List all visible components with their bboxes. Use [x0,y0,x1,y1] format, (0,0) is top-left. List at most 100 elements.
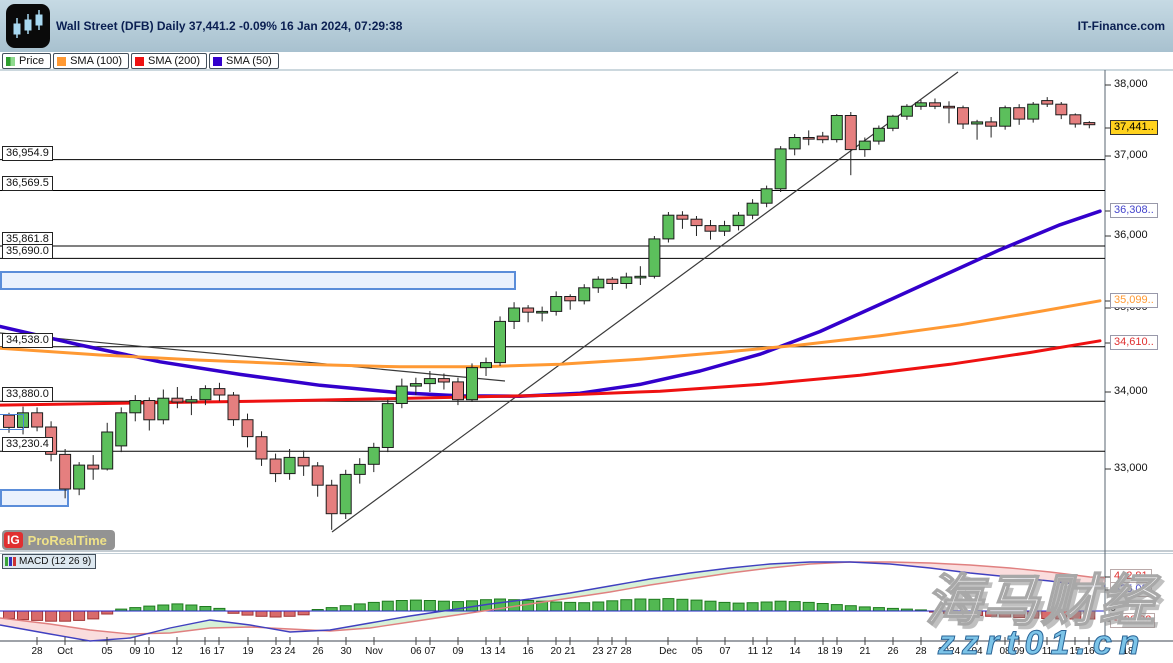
y-axis-tick-label: 34,000 [1114,385,1148,397]
candle [593,276,604,293]
prorealtime-badge[interactable]: IG ProRealTime [2,530,115,550]
macd-indicator-tab[interactable]: MACD (12 26 9) [2,554,96,569]
candle [509,302,520,329]
x-axis-tick-label: 09 [129,646,140,657]
macd-bar [817,604,828,612]
candle [1028,102,1039,123]
macd-bar [256,611,267,616]
macd-bar [144,606,155,611]
macd-bar [663,599,674,611]
candle [565,294,576,309]
sma50-value-label: 36,308.. [1110,203,1158,218]
macd-bar [326,608,337,611]
candle [270,454,281,483]
price-level-label[interactable]: 35,690.0 [2,244,53,259]
macd-bar [270,611,281,617]
x-axis-tick-label: 26 [887,646,898,657]
candle [901,104,912,120]
candle [551,291,562,315]
macd-tab-label: MACD (12 26 9) [19,556,91,567]
macd-bar [705,601,716,611]
x-axis-tick-label: 19 [831,646,842,657]
macd-bar [565,602,576,611]
macd-bar [523,601,534,612]
macd-bar [803,602,814,611]
price-level-label[interactable]: 33,880.0 [2,387,53,402]
candle [663,212,674,243]
macd-bar [158,605,169,611]
x-axis-tick-label: 05 [101,646,112,657]
candle [958,106,969,129]
candle [88,455,99,480]
x-axis-tick-label: 28 [620,646,631,657]
candle [607,277,618,290]
watermark-url: zzrt01.cn [938,624,1147,663]
y-axis-tick-label: 37,000 [1114,149,1148,161]
candle [256,431,267,466]
x-axis-tick-label: 21 [564,646,575,657]
candle [186,396,197,415]
candle [972,120,983,140]
candle [481,358,492,376]
candle [747,199,758,219]
candle [144,397,155,430]
x-axis-tick-label: 28 [31,646,42,657]
candle [789,134,800,155]
candle [312,462,323,497]
x-axis-tick-label: 11 [748,646,758,657]
macd-bar [761,602,772,611]
x-axis-tick-label: 13 [480,646,491,657]
candle [1070,113,1081,127]
trendline [0,333,505,381]
candle [368,443,379,472]
x-axis-tick-label: 09 [452,646,463,657]
macd-bar [733,603,744,611]
macd-bar [242,611,253,615]
macd-bar [382,601,393,611]
candle [495,316,506,366]
macd-bar [130,608,141,611]
x-axis-tick-label: 12 [761,646,772,657]
x-axis-tick-label: 20 [550,646,561,657]
candles [4,97,1095,530]
macd-bar [340,606,351,611]
candle [298,451,309,476]
price-level-label[interactable]: 33,230.4 [2,437,53,452]
candle [859,138,870,157]
sma100-value-label: 35,099.. [1110,293,1158,308]
candle [733,212,744,230]
macd-bar [635,599,646,611]
candle [32,407,43,431]
candle-selection-box[interactable] [0,414,24,430]
candle [579,284,590,304]
candle [523,305,534,322]
macd-icon [5,557,16,566]
candle [340,470,351,519]
macd-bar [831,605,842,611]
candle [1084,121,1095,128]
price-level-label[interactable]: 36,954.9 [2,146,53,161]
candle [326,480,337,530]
candle [986,117,997,138]
candle [845,112,856,175]
y-axis-tick-label: 38,000 [1114,78,1148,90]
macd-bar [354,604,365,611]
candle [130,395,141,421]
price-level-label[interactable]: 36,569.5 [2,176,53,191]
candle [944,101,955,123]
macd-bar [677,599,688,611]
macd-bar [873,608,884,611]
x-axis-tick-label: 21 [859,646,870,657]
candle [60,449,71,498]
macd-bar [32,611,43,620]
price-level-label[interactable]: 34,538.0 [2,333,53,348]
x-axis-tick-label: 12 [171,646,182,657]
macd-bar [410,600,421,611]
x-axis-tick-label: 16 [199,646,210,657]
candle [677,211,688,229]
macd-bar [186,605,197,611]
x-axis-tick-label: 27 [606,646,617,657]
candle [228,392,239,426]
candle [284,449,295,480]
candle [621,273,632,289]
